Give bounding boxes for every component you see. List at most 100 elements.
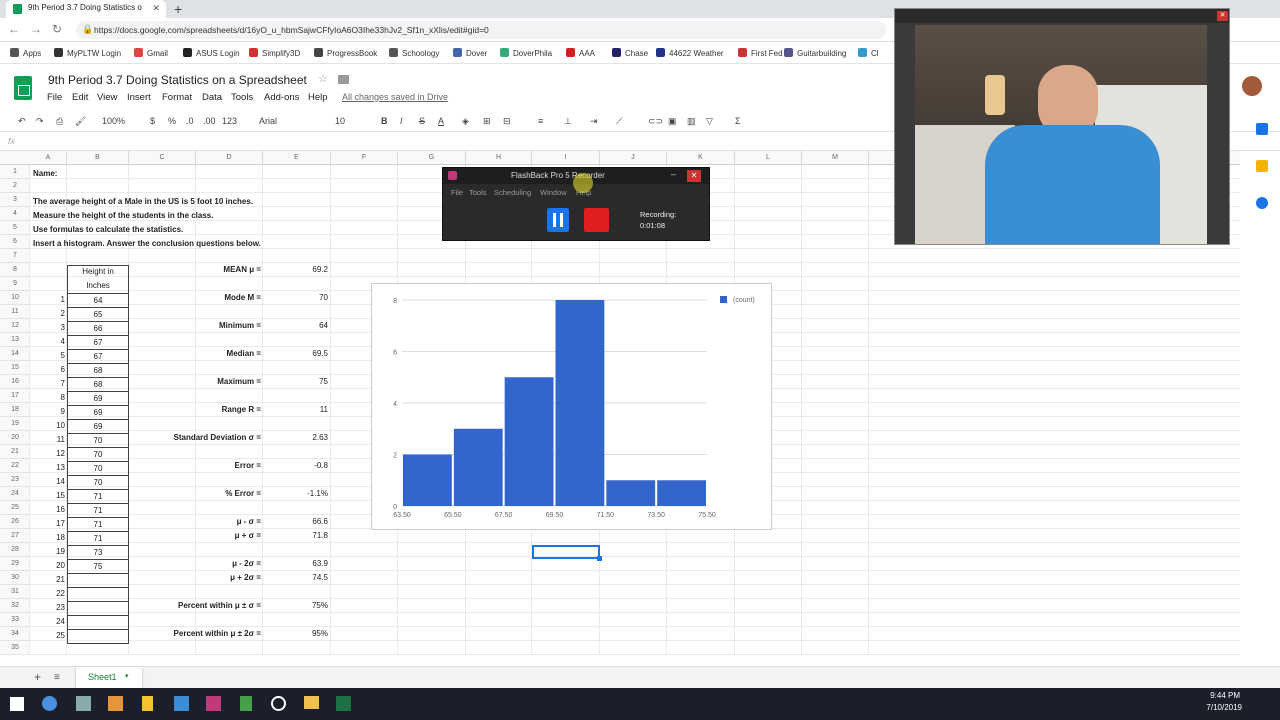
stat-label[interactable]: Range R =	[130, 403, 261, 417]
row-header[interactable]: 1	[0, 165, 30, 179]
student-index[interactable]: 3	[30, 321, 65, 335]
paint-format-icon[interactable]: 🖌	[75, 116, 86, 127]
flashback-icon[interactable]	[206, 696, 221, 711]
row-header[interactable]: 28	[0, 543, 30, 557]
instruction-line-4[interactable]: Insert a histogram. Answer the conclusio…	[33, 237, 261, 251]
name-label[interactable]: Name:	[33, 167, 57, 181]
student-height[interactable]: 71	[67, 517, 129, 531]
student-index[interactable]: 2	[30, 307, 65, 321]
stat-label[interactable]: Maximum =	[130, 375, 261, 389]
recorder-menu-window[interactable]: Window	[540, 188, 567, 197]
sheets-logo-icon[interactable]	[14, 76, 32, 100]
row-header[interactable]: 11	[0, 305, 30, 319]
stat-value[interactable]: 74.5	[263, 571, 328, 585]
keep-icon[interactable]	[1256, 160, 1268, 172]
row-header[interactable]: 4	[0, 207, 30, 221]
student-height[interactable]: 68	[67, 377, 129, 391]
instruction-line-3[interactable]: Use formulas to calculate the statistics…	[33, 223, 183, 237]
app-icon[interactable]	[174, 696, 189, 711]
more-formats-button[interactable]: 123	[222, 116, 237, 126]
recorder-menu-tools[interactable]: Tools	[469, 188, 487, 197]
vertical-align-icon[interactable]: ⊥	[564, 116, 572, 127]
align-left-icon[interactable]: ≡	[538, 116, 543, 126]
student-height[interactable]: 75	[67, 559, 129, 573]
student-height[interactable]: 73	[67, 545, 129, 559]
column-header-g[interactable]: G	[398, 151, 466, 165]
comment-icon[interactable]: ▣	[668, 116, 677, 127]
row-header[interactable]: 17	[0, 389, 30, 403]
star-icon[interactable]: ☆	[318, 72, 328, 85]
row-header[interactable]: 10	[0, 291, 30, 305]
wrap-text-icon[interactable]: ⇥	[590, 116, 598, 127]
fill-handle[interactable]	[597, 556, 602, 561]
student-index[interactable]: 23	[30, 601, 65, 615]
student-index[interactable]: 20	[30, 559, 65, 573]
file-explorer-icon[interactable]	[304, 696, 319, 709]
bookmark-item[interactable]: Gmail	[134, 48, 168, 58]
row-header[interactable]: 6	[0, 235, 30, 249]
stat-value[interactable]: -1.1%	[263, 487, 328, 501]
student-height[interactable]	[67, 573, 129, 587]
bookmark-item[interactable]: ASUS Login	[183, 48, 240, 58]
column-header-m[interactable]: M	[802, 151, 869, 165]
student-height[interactable]: 65	[67, 307, 129, 321]
row-header[interactable]: 18	[0, 403, 30, 417]
column-header-i[interactable]: I	[532, 151, 600, 165]
student-index[interactable]: 4	[30, 335, 65, 349]
menu-item-format[interactable]: Format	[162, 92, 192, 103]
bookmark-item[interactable]: Simplify3D	[249, 48, 300, 58]
decrease-decimal-button[interactable]: .0	[186, 116, 194, 126]
column-header-a[interactable]: A	[30, 151, 67, 165]
row-header[interactable]: 30	[0, 571, 30, 585]
sheet-tab-menu-icon[interactable]: ▾	[125, 672, 129, 680]
close-tab-icon[interactable]: ✕	[152, 3, 160, 14]
stat-label[interactable]: Median =	[130, 347, 261, 361]
menu-item-tools[interactable]: Tools	[231, 92, 253, 103]
student-index[interactable]: 12	[30, 447, 65, 461]
row-header[interactable]: 15	[0, 361, 30, 375]
bookmark-item[interactable]: MyPLTW Login	[54, 48, 121, 58]
avatar[interactable]	[1242, 76, 1262, 96]
increase-decimal-button[interactable]: .00	[203, 116, 216, 126]
column-header-l[interactable]: L	[735, 151, 802, 165]
stat-label[interactable]: Standard Deviation σ =	[130, 431, 262, 445]
bookmark-item[interactable]: Apps	[10, 48, 41, 58]
stat-value[interactable]: 75	[263, 375, 328, 389]
stat-label[interactable]: Percent within μ ± 2σ =	[130, 627, 261, 641]
instruction-line-1[interactable]: The average height of a Male in the US i…	[33, 195, 253, 209]
row-header[interactable]: 16	[0, 375, 30, 389]
stat-label[interactable]: % Error =	[130, 487, 261, 501]
row-header[interactable]: 21	[0, 445, 30, 459]
menu-item-view[interactable]: View	[97, 92, 117, 103]
clock-time[interactable]: 9:44 PM	[1210, 691, 1240, 700]
row-header[interactable]: 26	[0, 515, 30, 529]
forward-icon[interactable]: →	[30, 22, 42, 36]
student-index[interactable]: 15	[30, 489, 65, 503]
app-icon[interactable]	[142, 696, 153, 711]
app-icon[interactable]	[108, 696, 123, 711]
all-sheets-icon[interactable]: ≡	[54, 672, 60, 683]
strikethrough-button[interactable]: S	[419, 116, 425, 126]
menu-item-add-ons[interactable]: Add-ons	[264, 92, 299, 103]
document-title[interactable]: 9th Period 3.7 Doing Statistics on a Spr…	[48, 73, 307, 87]
row-header[interactable]: 12	[0, 319, 30, 333]
redo-icon[interactable]: ↷	[36, 116, 44, 127]
clock-date[interactable]: 7/10/2019	[1202, 703, 1242, 712]
text-color-button[interactable]: A	[438, 116, 444, 126]
student-index[interactable]: 8	[30, 391, 65, 405]
student-index[interactable]: 17	[30, 517, 65, 531]
bookmark-item[interactable]: Chase	[612, 48, 648, 58]
student-height[interactable]: 68	[67, 363, 129, 377]
stop-button[interactable]	[584, 208, 609, 232]
stat-value[interactable]: 63.9	[263, 557, 328, 571]
stat-label[interactable]: μ + 2σ =	[130, 571, 261, 585]
filter-icon[interactable]: ▽	[706, 116, 713, 127]
stat-label[interactable]: Percent within μ ± σ =	[130, 599, 261, 613]
bookmark-item[interactable]: DoverPhila	[500, 48, 552, 58]
bookmark-item[interactable]: Schoology	[389, 48, 439, 58]
menu-item-edit[interactable]: Edit	[72, 92, 88, 103]
percent-button[interactable]: %	[168, 116, 176, 126]
menu-item-file[interactable]: File	[47, 92, 62, 103]
student-index[interactable]: 1	[30, 293, 65, 307]
bookmark-item[interactable]: Cl	[858, 48, 879, 58]
